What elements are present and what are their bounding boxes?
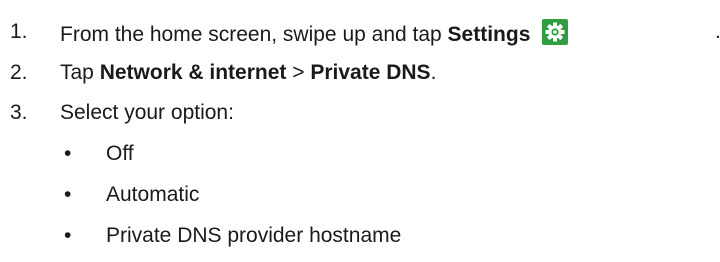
option-label: Private DNS provider hostname <box>106 224 402 247</box>
network-internet-label: Network & internet <box>99 61 287 84</box>
step-number: 3. <box>10 101 28 124</box>
step-text-suffix: . <box>715 19 720 45</box>
step-text: From the home screen, swipe up and tap S… <box>60 19 569 48</box>
bullet: • <box>64 224 72 247</box>
bullet: • <box>64 142 72 165</box>
option-label: Automatic <box>106 183 200 206</box>
private-dns-label: Private DNS <box>310 61 431 84</box>
step-text-prefix: From the home screen, swipe up and tap <box>60 23 448 46</box>
step-separator: > <box>286 61 311 84</box>
bullet: • <box>64 183 72 206</box>
step-text-prefix: Tap <box>60 61 100 84</box>
step-number: 2. <box>10 61 28 84</box>
option-label: Off <box>106 142 134 165</box>
step-text: Tap Network & internet > Private DNS. <box>60 60 436 86</box>
step-text-suffix: . <box>430 61 437 84</box>
settings-label: Settings <box>447 23 531 46</box>
step-number: 1. <box>10 20 28 43</box>
gear-icon <box>542 19 569 45</box>
step-text: Select your option: <box>60 101 234 124</box>
